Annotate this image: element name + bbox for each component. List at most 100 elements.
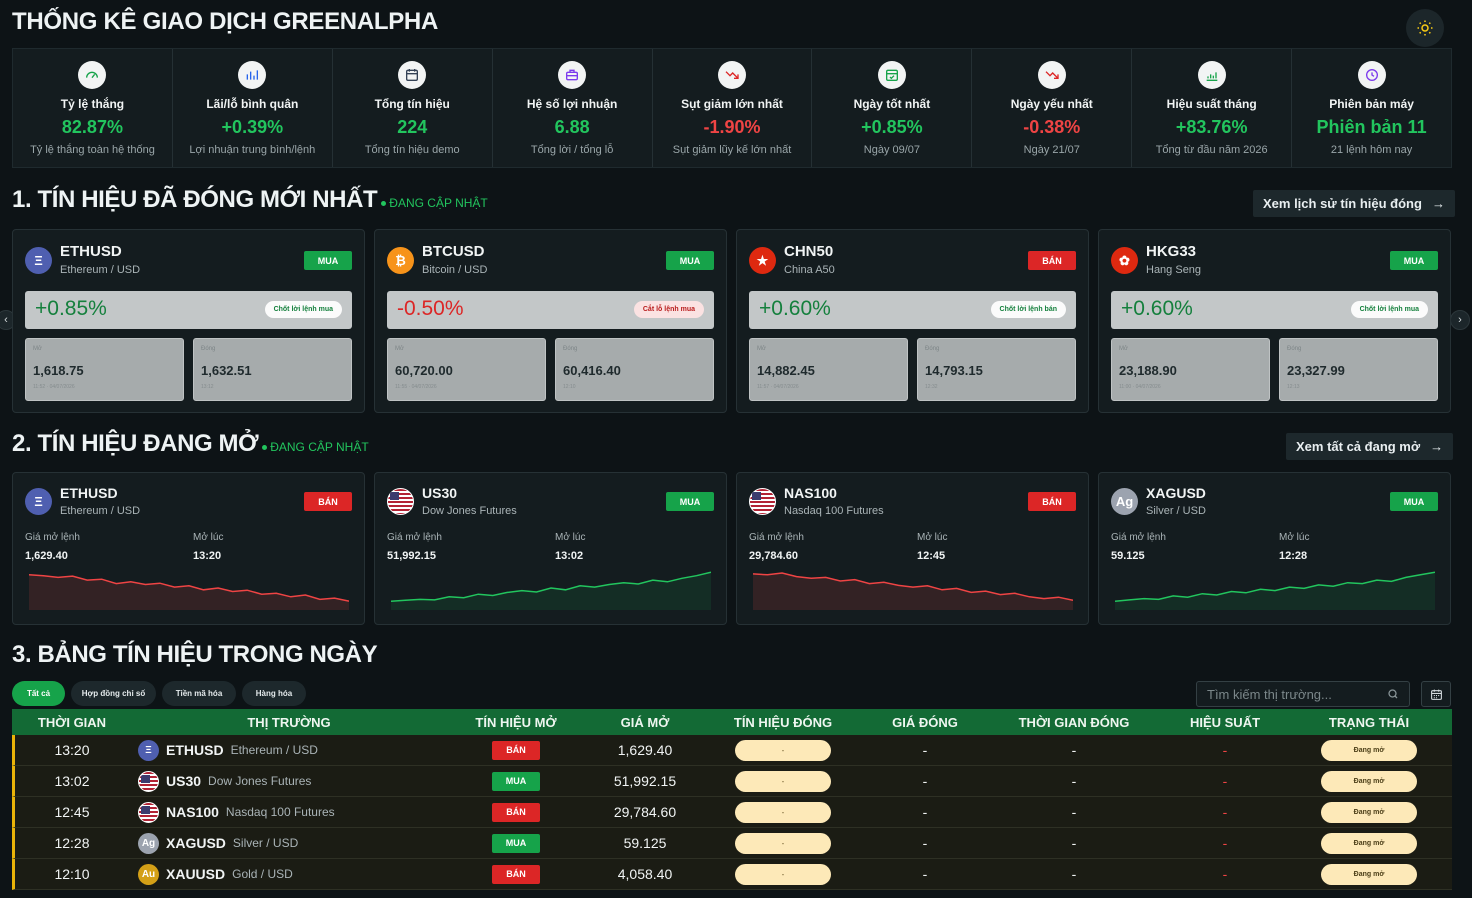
stat-card: Ngày tốt nhất +0.85% Ngày 09/07 [812, 49, 973, 167]
section-closed-title: 1. TÍN HIỆU ĐÃ ĐÓNG MỚI NHẤT ĐANG CẬP NHẬ… [12, 186, 488, 214]
closed-signal-card[interactable]: ★ CHN50 China A50 BÁN +0.60% Chốt lời lệnh bá… [736, 229, 1089, 413]
open-all-link[interactable]: Xem tất cả đang mở → [1286, 433, 1454, 460]
section-title-text: 1. TÍN HIỆU ĐÃ ĐÓNG MỚI NHẤT [12, 186, 378, 213]
price-time: 11:00 · 04/07/2026 [1119, 384, 1161, 390]
row-performance: - [1222, 835, 1228, 851]
closed-signal-card[interactable]: Ξ ETHUSD Ethereum / USD MUA +0.85% Chốt lời l… [12, 229, 365, 413]
row-market: Au XAUUSD Gold / USD [138, 859, 293, 889]
stat-card: Hệ số lợi nhuận 6.88 Tổng lời / tổng lỗ [493, 49, 653, 167]
card-symbol: HKG33 [1146, 243, 1197, 260]
link-label: Xem lịch sử tín hiệu đóng [1263, 196, 1422, 211]
xagusd-logo-icon: Ag [1111, 488, 1138, 515]
price-label: Mở [1119, 346, 1128, 352]
column-header[interactable]: THỜI GIAN ĐÓNG [1004, 715, 1144, 730]
open-signal-card[interactable]: Ag XAGUSD Silver / USD MUA Giá mở lệnh 59.125… [1098, 472, 1451, 625]
row-close-signal: - [722, 828, 844, 858]
signal-badge: BÁN [492, 864, 540, 884]
stat-card: Lãi/lỗ bình quân +0.39% Lợi nhuận trung bì… [173, 49, 333, 167]
price-label: Đóng [563, 346, 578, 352]
column-header[interactable]: THỜI GIAN [12, 715, 132, 730]
card-market-name: Silver / USD [1146, 505, 1206, 517]
carousel-next-button[interactable]: › [1450, 310, 1470, 330]
table-row[interactable]: 12:10 Au XAUUSD Gold / USD BÁN 4,058.40 - - - - Đa… [12, 859, 1452, 890]
stat-label: Sụt giảm lớn nhất [681, 97, 783, 111]
column-header[interactable]: TÍN HIỆU MỞ [452, 715, 580, 730]
stat-card: Phiên bản máy Phiên bản 11 21 lệnh hôm nay [1292, 49, 1451, 167]
result-percent: +0.85% [35, 297, 107, 320]
search-input[interactable] [1207, 686, 1377, 702]
card-symbol: NAS100 [784, 485, 837, 501]
price-time: 12:10 [563, 384, 576, 390]
stat-sub: Tỷ lệ thắng toàn hệ thống [30, 144, 155, 156]
price-sparkline [1114, 566, 1437, 612]
signal-badge: BÁN [492, 802, 540, 822]
filter-tab[interactable]: Tiền mã hóa [162, 681, 236, 706]
column-header[interactable]: GIÁ MỞ [580, 715, 710, 730]
column-header[interactable]: HIỆU SUẤT [1162, 715, 1288, 730]
open-signal-card[interactable]: NAS100 Nasdaq 100 Futures BÁN Giá mở lệnh 29… [736, 472, 1089, 625]
row-status: Đang mở [1312, 859, 1426, 889]
side-badge: MUA [1390, 492, 1438, 511]
us30-logo-icon [387, 488, 414, 515]
stat-value: +83.76% [1175, 117, 1248, 137]
row-close-time: - [1071, 773, 1077, 789]
live-indicator: ĐANG CẬP NHẬT [262, 440, 368, 454]
card-symbol: CHN50 [784, 243, 834, 260]
stat-sub: Tổng tín hiệu demo [364, 144, 460, 156]
close-signal-pill: - [735, 739, 831, 761]
status-badge: Đang mở [1321, 832, 1417, 854]
card-symbol: BTCUSD [422, 243, 485, 260]
row-market: Ξ ETHUSD Ethereum / USD [138, 735, 318, 765]
hkg33-logo-icon: ✿ [1111, 247, 1138, 274]
table-row[interactable]: 12:28 Ag XAGUSD Silver / USD MUA 59.125 - - - - Đa… [12, 828, 1452, 859]
open-time-label: Mở lúc [555, 532, 586, 543]
filter-tab[interactable]: Hợp đồng chỉ số [71, 681, 156, 706]
row-symbol: US30 [166, 773, 202, 789]
stat-value: +0.85% [861, 117, 923, 137]
open-time-value: 12:45 [917, 550, 946, 562]
card-market-name: Nasdaq 100 Futures [784, 505, 884, 517]
sparkline-area [29, 574, 349, 610]
result-percent: -0.50% [397, 297, 464, 320]
row-market: NAS100 Nasdaq 100 Futures [138, 797, 335, 827]
open-signal-card[interactable]: Ξ ETHUSD Ethereum / USD BÁN Giá mở lệnh 1,629… [12, 472, 365, 625]
side-badge: MUA [1390, 251, 1438, 270]
date-filter-button[interactable] [1421, 681, 1451, 707]
market-search[interactable] [1196, 681, 1410, 707]
column-header[interactable]: GIÁ ĐÓNG [860, 715, 990, 730]
row-open-price: 29,784.60 [613, 804, 677, 820]
open-price-label: Giá mở lệnh [25, 532, 80, 543]
price-label: Mở [757, 346, 766, 352]
side-badge: BÁN [304, 492, 352, 511]
status-badge: Đang mở [1321, 739, 1417, 761]
row-status: Đang mở [1312, 766, 1426, 796]
row-performance: - [1222, 773, 1228, 789]
closed-signal-card[interactable]: ✿ HKG33 Hang Seng MUA +0.60% Chốt lời lệnh mu… [1098, 229, 1451, 413]
column-header[interactable]: TÍN HIỆU ĐÓNG [722, 715, 844, 730]
table-row[interactable]: 13:02 US30 Dow Jones Futures MUA 51,992.15 - -… [12, 766, 1452, 797]
briefcase-icon [558, 61, 587, 89]
card-market-name: China A50 [784, 264, 835, 276]
trend-down-icon [1037, 61, 1066, 89]
table-row[interactable]: 13:20 Ξ ETHUSD Ethereum / USD BÁN 1,629.40 - - -… [12, 735, 1452, 766]
closed-history-link[interactable]: Xem lịch sử tín hiệu đóng → [1253, 190, 1455, 217]
filter-tab[interactable]: Tất cả [12, 681, 65, 706]
column-header[interactable]: TRẠNG THÁI [1312, 715, 1426, 730]
stat-label: Hiệu suất tháng [1166, 97, 1257, 111]
row-close-time: - [1071, 835, 1077, 851]
row-open-price: 59.125 [623, 835, 667, 851]
table-row[interactable]: 12:45 NAS100 Nasdaq 100 Futures BÁN 29,784.6… [12, 797, 1452, 828]
open-price-box: Mở 14,882.45 11:57 · 04/07/2026 [749, 338, 908, 401]
price-time: 12:13 [1287, 384, 1300, 390]
row-close-price: - [922, 835, 928, 851]
open-signal-card[interactable]: US30 Dow Jones Futures MUA Giá mở lệnh 51,99… [374, 472, 727, 625]
theme-toggle-button[interactable] [1406, 9, 1444, 47]
stat-label: Ngày yếu nhất [1010, 97, 1093, 111]
stat-sub: Tổng lời / tổng lỗ [530, 144, 614, 156]
price-sparkline [752, 566, 1075, 612]
filter-tab[interactable]: Hàng hóa [242, 681, 306, 706]
column-header[interactable]: THỊ TRƯỜNG [135, 715, 443, 730]
table-header: THỜI GIAN THỊ TRƯỜNG TÍN HIỆU MỞ GIÁ MỞ TÍN … [12, 709, 1452, 735]
row-open-signal: MUA [452, 766, 580, 796]
closed-signal-card[interactable]: ₿ BTCUSD Bitcoin / USD MUA -0.50% Cắt lỗ lệnh… [374, 229, 727, 413]
